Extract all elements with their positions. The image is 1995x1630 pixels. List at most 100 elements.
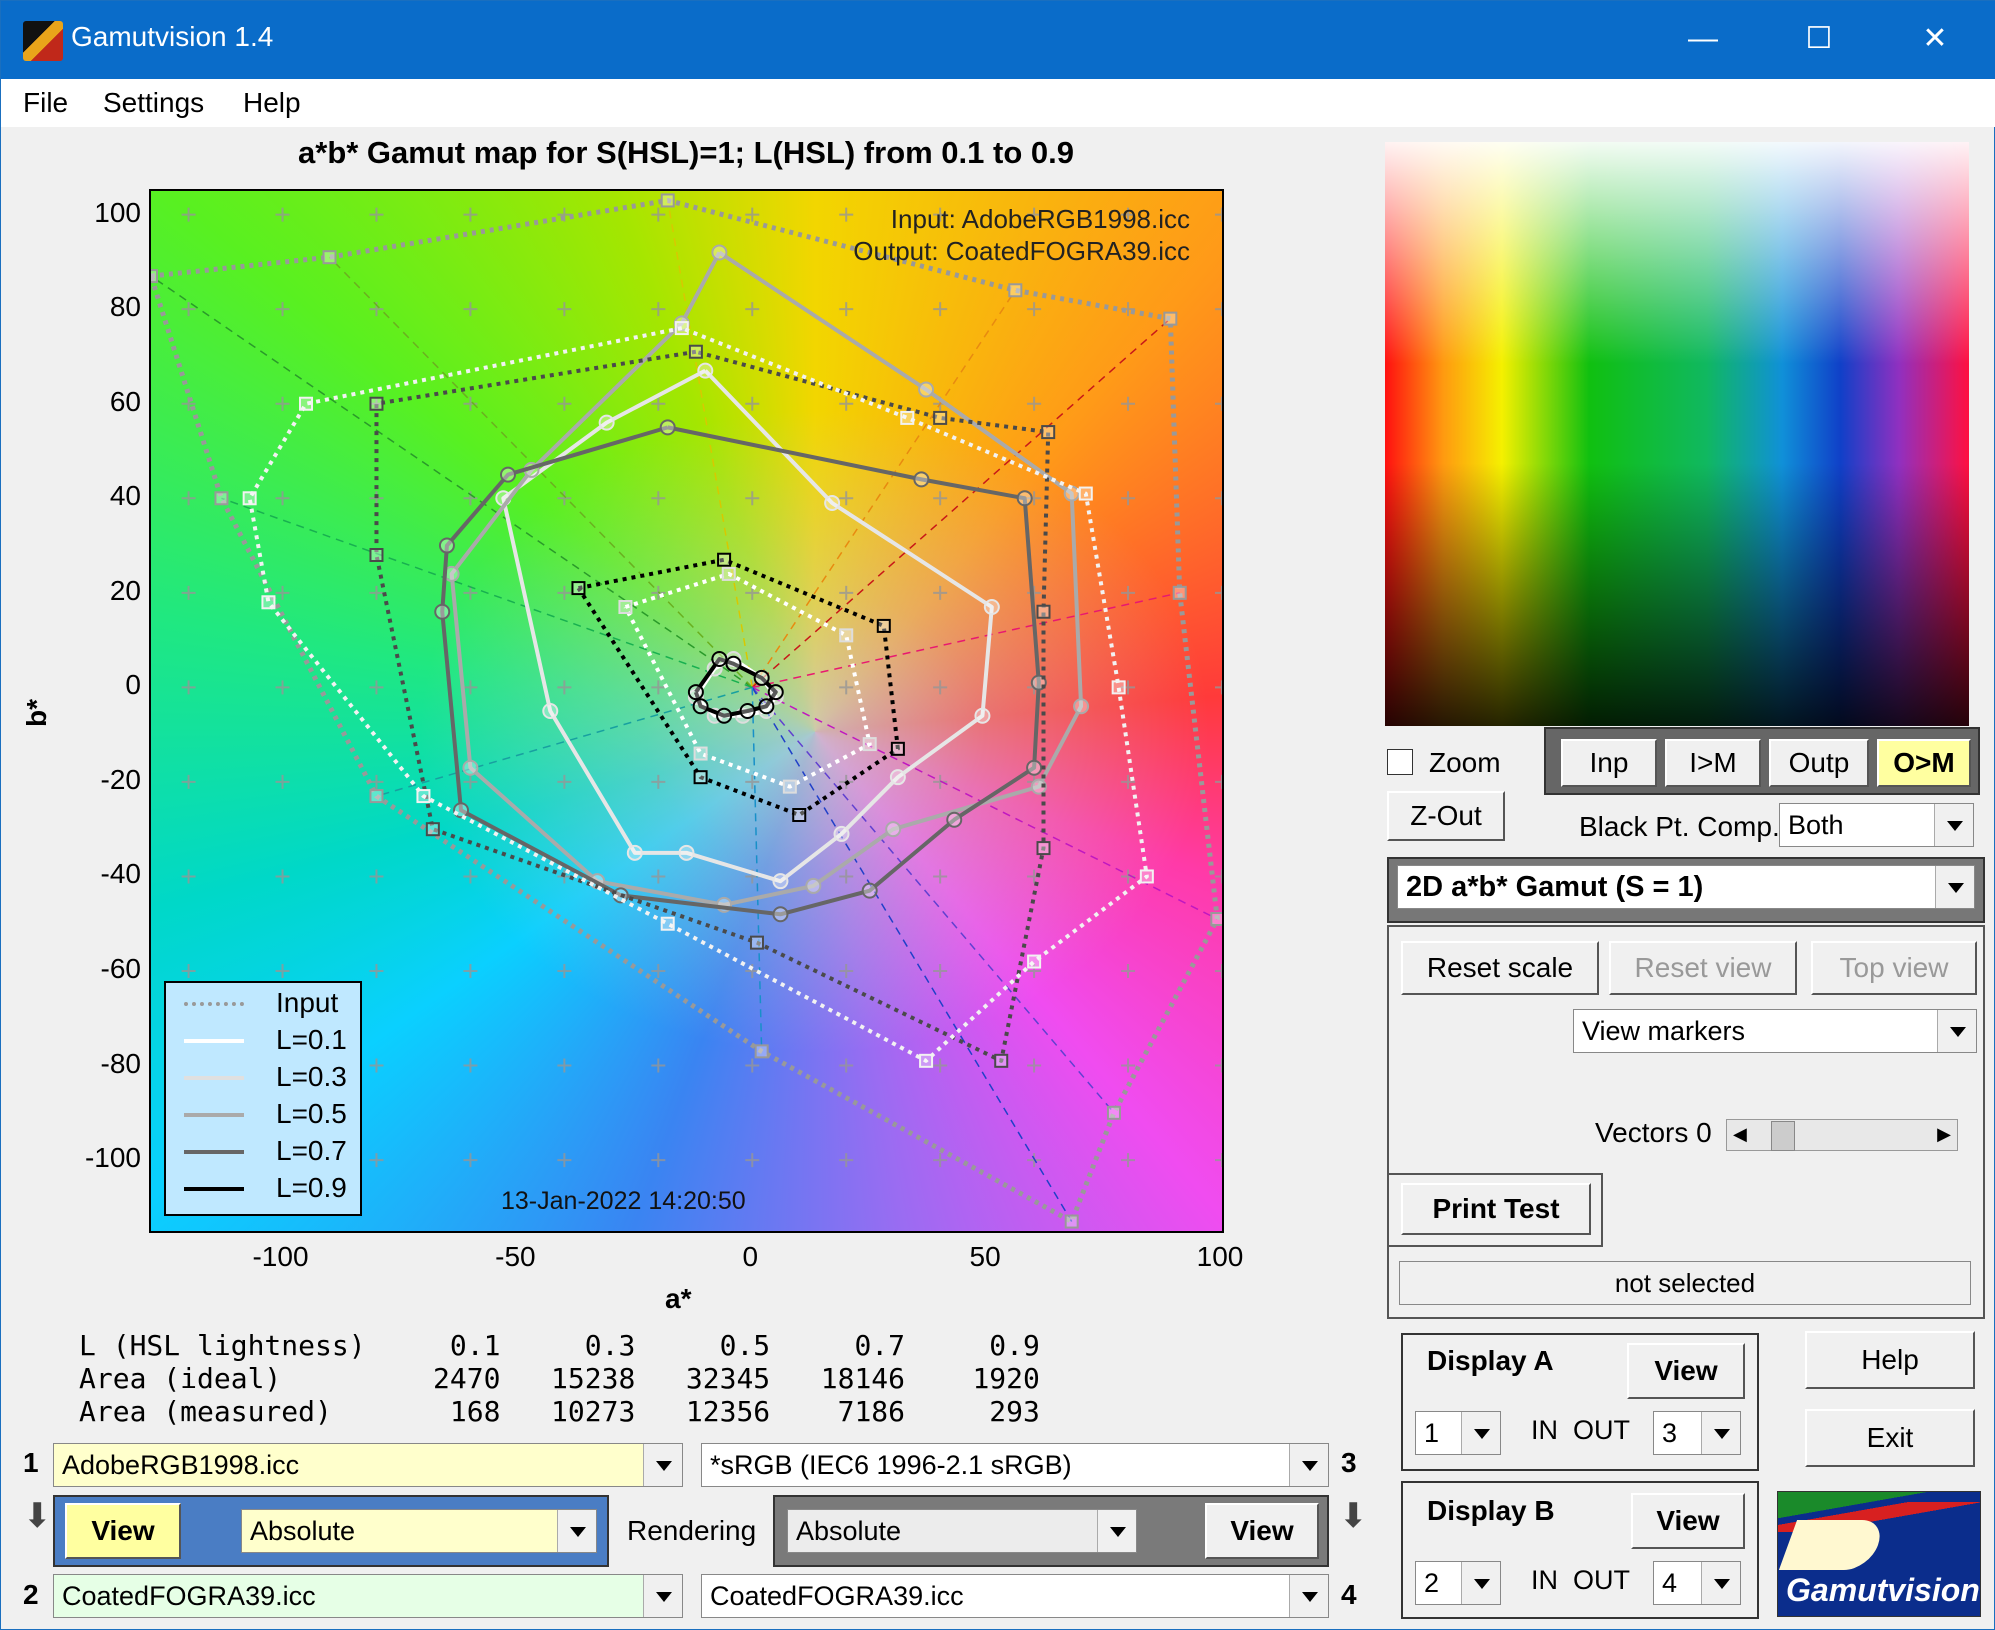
legend-label: L=0.9 [276, 1172, 347, 1203]
scroll-right-icon[interactable]: ▶ [1937, 1124, 1951, 1145]
plot-date: 13-Jan-2022 14:20:50 [501, 1187, 746, 1215]
data-point [890, 741, 905, 756]
profile-4-select[interactable]: CoatedFOGRA39.icc [701, 1574, 1329, 1618]
maximize-button[interactable]: ☐ [1760, 1, 1878, 79]
legend-item: L=0.9 [184, 1170, 364, 1206]
data-point [1036, 841, 1051, 856]
display-b-in-select[interactable]: 2 [1415, 1561, 1501, 1605]
data-point [261, 595, 276, 610]
profile-3-select[interactable]: *sRGB (IEC6 1996-2.1 sRGB) [701, 1443, 1329, 1487]
data-point [626, 844, 643, 861]
grid-cross [651, 1153, 666, 1168]
grid-cross [839, 869, 854, 884]
grid-cross [369, 869, 384, 884]
x-tick-label: 50 [969, 1241, 1001, 1272]
grid-cross [1215, 207, 1222, 222]
data-point [711, 651, 728, 667]
status-field: not selected [1399, 1261, 1971, 1305]
chevron-down-icon[interactable] [1461, 1412, 1500, 1454]
print-test-button[interactable]: Print Test [1401, 1183, 1591, 1235]
exit-button[interactable]: Exit [1805, 1409, 1975, 1467]
data-point [721, 566, 736, 581]
scroll-left-icon[interactable]: ◀ [1733, 1124, 1747, 1145]
data-point [913, 471, 930, 488]
mode-i-m-button[interactable]: I>M [1665, 739, 1761, 787]
grid-cross [1215, 585, 1222, 600]
minimize-button[interactable]: — [1644, 1, 1762, 79]
series-line [374, 349, 1051, 1063]
chevron-down-icon[interactable] [557, 1510, 596, 1552]
chevron-down-icon[interactable] [1289, 1444, 1328, 1486]
display-a-out-select[interactable]: 3 [1653, 1411, 1741, 1455]
profile-1-select[interactable]: AdobeRGB1998.icc [53, 1443, 683, 1487]
chevron-down-icon[interactable] [1701, 1562, 1740, 1604]
grid-cross [651, 207, 666, 222]
chevron-down-icon[interactable] [1289, 1575, 1328, 1617]
view-type-value: 2D a*b* Gamut (S = 1) [1406, 871, 1704, 903]
grid-cross [557, 491, 572, 506]
view-left-button[interactable]: View [65, 1503, 181, 1559]
data-point [711, 244, 728, 261]
data-point [688, 344, 703, 359]
display-a-in-select[interactable]: 1 [1415, 1411, 1501, 1455]
grid-cross [1215, 1058, 1222, 1073]
zoom-label: Zoom [1429, 747, 1501, 778]
display-a-label: Display A [1427, 1345, 1554, 1376]
data-point [214, 491, 229, 506]
view-type-select[interactable]: 2D a*b* Gamut (S = 1) [1397, 865, 1975, 909]
profile-3-value: *sRGB (IEC6 1996-2.1 sRGB) [710, 1450, 1072, 1480]
chevron-down-icon[interactable] [643, 1444, 682, 1486]
data-point [542, 703, 559, 719]
stats-ideal: Area (ideal) 2470 15238 32345 18146 1920 [79, 1362, 1040, 1395]
reset-view-button[interactable]: Reset view [1609, 941, 1797, 995]
profile-2-select[interactable]: CoatedFOGRA39.icc [53, 1574, 683, 1618]
chevron-down-icon[interactable] [1934, 804, 1973, 846]
display-b-out-select[interactable]: 4 [1653, 1561, 1741, 1605]
data-point [697, 362, 714, 379]
data-point [833, 825, 850, 842]
chevron-down-icon[interactable] [1461, 1562, 1500, 1604]
grid-cross [1215, 396, 1222, 411]
grid-cross [651, 964, 666, 978]
reset-scale-button[interactable]: Reset scale [1401, 941, 1599, 995]
chevron-down-icon[interactable] [643, 1575, 682, 1617]
grid-cross [745, 302, 760, 317]
profile-2-number: 2 [23, 1579, 39, 1610]
chevron-down-icon[interactable] [1097, 1510, 1136, 1552]
black-point-label: Black Pt. Comp. [1579, 811, 1780, 842]
slider-thumb[interactable] [1771, 1121, 1795, 1151]
data-point [1073, 698, 1090, 715]
grid-cross [557, 1058, 572, 1073]
mode-outp-button[interactable]: Outp [1769, 739, 1869, 787]
grid-cross [651, 302, 666, 317]
close-button[interactable]: ✕ [1876, 1, 1994, 79]
menu-file[interactable]: File [23, 87, 68, 119]
legend-label: Input [276, 987, 339, 1018]
data-point [151, 269, 158, 284]
black-point-select[interactable]: Both [1779, 803, 1974, 847]
grid-cross [933, 680, 948, 695]
y-tick-label: 40 [109, 480, 141, 512]
menu-help[interactable]: Help [243, 87, 301, 119]
menu-settings[interactable]: Settings [103, 87, 204, 119]
help-button[interactable]: Help [1805, 1331, 1975, 1389]
zoom-checkbox[interactable] [1387, 749, 1413, 775]
chevron-down-icon[interactable] [1935, 866, 1974, 908]
chevron-down-icon[interactable] [1937, 1010, 1976, 1052]
vectors-slider[interactable]: ◀ ▶ [1726, 1119, 1958, 1151]
data-point [242, 491, 257, 506]
mode-inp-button[interactable]: Inp [1561, 739, 1657, 787]
view-right-button[interactable]: View [1205, 1503, 1319, 1559]
legend-swatch [184, 1150, 244, 1154]
display-a-view-button[interactable]: View [1627, 1343, 1745, 1399]
render-left-select[interactable]: Absolute [241, 1509, 597, 1553]
series-line [623, 571, 872, 789]
view-markers-select[interactable]: View markers [1573, 1009, 1977, 1053]
render-right-select[interactable]: Absolute [787, 1509, 1137, 1553]
zoom-out-button[interactable]: Z-Out [1387, 791, 1505, 841]
chevron-down-icon[interactable] [1701, 1412, 1740, 1454]
mode-o-m-button[interactable]: O>M [1877, 739, 1971, 787]
display-b-view-button[interactable]: View [1631, 1493, 1745, 1549]
vector-ray [151, 275, 753, 688]
top-view-button[interactable]: Top view [1811, 941, 1977, 995]
